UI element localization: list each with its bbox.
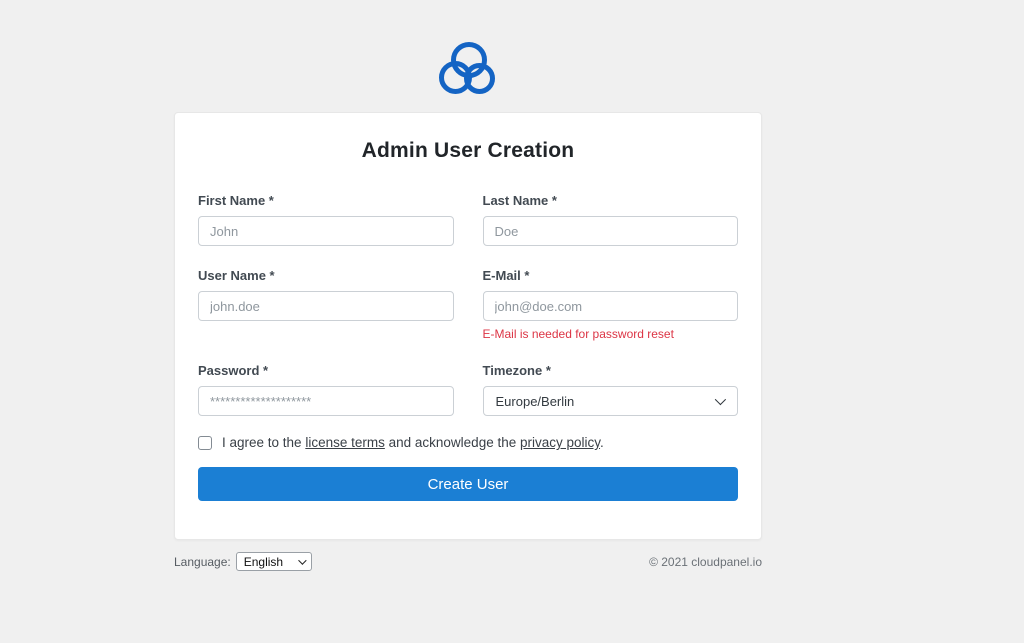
timezone-selected-value: Europe/Berlin [496,394,575,409]
language-select[interactable]: English [236,552,312,571]
page-title: Admin User Creation [198,139,738,163]
language-selected-value: English [244,555,283,569]
user-name-label: User Name * [198,268,454,283]
license-terms-link[interactable]: license terms [305,435,385,450]
copyright-text: © 2021 cloudpanel.io [649,555,762,569]
email-help-text: E-Mail is needed for password reset [483,327,739,341]
password-label: Password * [198,363,454,378]
cloudpanel-logo [436,40,500,98]
language-group: Language: English [174,552,312,571]
agreement-prefix: I agree to the [222,435,302,450]
first-name-input[interactable] [198,216,454,246]
password-input[interactable] [198,386,454,416]
timezone-select[interactable]: Europe/Berlin [483,386,739,416]
chevron-down-icon [715,394,726,405]
agreement-suffix: . [600,435,604,450]
email-input[interactable] [483,291,739,321]
first-name-label: First Name * [198,193,454,208]
field-email: E-Mail * E-Mail is needed for password r… [483,268,739,341]
privacy-policy-link[interactable]: privacy policy [520,435,600,450]
field-first-name: First Name * [198,193,454,246]
user-name-input[interactable] [198,291,454,321]
agree-checkbox[interactable] [198,436,212,450]
admin-user-creation-card: Admin User Creation First Name * Last Na… [174,112,762,540]
timezone-label: Timezone * [483,363,739,378]
field-password: Password * [198,363,454,416]
user-form: First Name * Last Name * User Name * E-M… [198,193,738,416]
last-name-input[interactable] [483,216,739,246]
create-user-button[interactable]: Create User [198,467,738,501]
cloud-logo-icon [436,40,500,98]
agreement-row: I agree to the license terms and acknowl… [198,435,738,450]
last-name-label: Last Name * [483,193,739,208]
field-timezone: Timezone * Europe/Berlin [483,363,739,416]
agreement-text: I agree to the license terms and acknowl… [222,435,604,450]
agreement-middle: and acknowledge the [389,435,517,450]
chevron-down-icon [298,556,306,564]
field-last-name: Last Name * [483,193,739,246]
language-label: Language: [174,555,231,569]
email-label: E-Mail * [483,268,739,283]
content-column: Admin User Creation First Name * Last Na… [174,0,762,571]
field-user-name: User Name * [198,268,454,341]
footer: Language: English © 2021 cloudpanel.io [174,552,762,571]
